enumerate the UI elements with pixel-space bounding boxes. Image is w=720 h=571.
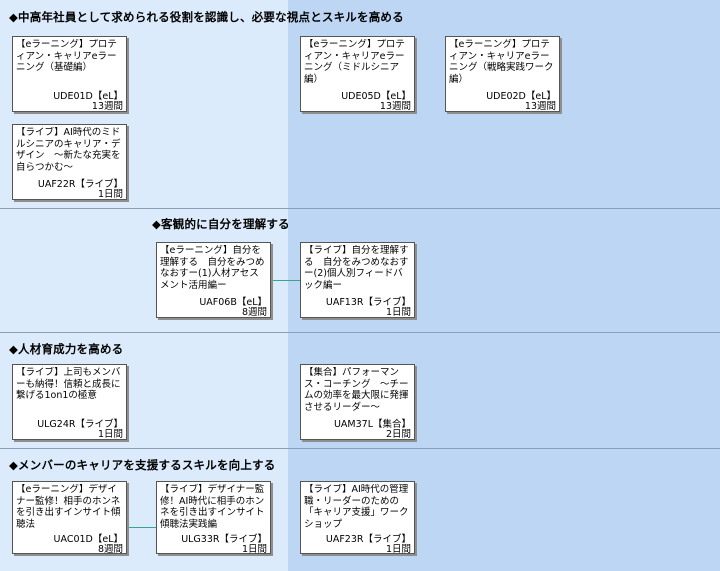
course-card[interactable]: 【eラーニング】自分を理解する 自分をみつめなおすー(1)人材アセスメント活用編… (156, 242, 271, 318)
course-duration: 13週間 (379, 101, 411, 112)
course-card[interactable]: 【eラーニング】プロティアン・キャリアeラーニング（ミドルシニア編） UDE05… (300, 36, 415, 112)
course-duration: 8週間 (241, 307, 267, 318)
course-title: 【ライブ】上司もメンバーも納得！信頼と成長に繋げる1on1の極意 (16, 367, 121, 401)
course-title: 【集合】パフォーマンス・コーチング ～チームの効率を最大限に発揮させるリーダー～ (304, 367, 409, 413)
course-card[interactable]: 【ライブ】AI時代の管理職・リーダーのための「キャリア支援」ワークショップ UA… (300, 481, 415, 555)
course-title: 【eラーニング】デザイナー監修！相手のホンネを引き出すインサイト傾聴法 (16, 484, 121, 530)
course-card[interactable]: 【ライブ】デザイナー監修！AI時代に相手のホンネを引き出すインサイト傾聴法実践編… (156, 481, 271, 555)
course-card[interactable]: 【集合】パフォーマンス・コーチング ～チームの効率を最大限に発揮させるリーダー～… (300, 364, 415, 440)
section-divider (0, 208, 720, 209)
course-duration: 1日間 (385, 307, 411, 318)
course-card[interactable]: 【eラーニング】プロティアン・キャリアeラーニング（基礎編） UDE01D【eL… (12, 36, 127, 112)
course-title: 【eラーニング】プロティアン・キャリアeラーニング（ミドルシニア編） (304, 39, 405, 85)
section-title: ◆人材育成力を高める (9, 342, 124, 356)
course-title: 【eラーニング】プロティアン・キャリアeラーニング（戦略実践ワーク編） (449, 39, 554, 85)
course-card[interactable]: 【ライブ】AI時代のミドルシニアのキャリア・デザイン ～新たな充実を自らつかむ～… (12, 124, 127, 200)
course-duration: 13週間 (91, 101, 123, 112)
course-title: 【eラーニング】自分を理解する 自分をみつめなおすー(1)人材アセスメント活用編… (160, 245, 265, 291)
course-duration: 8週間 (97, 544, 123, 555)
connector-line (127, 527, 157, 528)
course-card[interactable]: 【eラーニング】デザイナー監修！相手のホンネを引き出すインサイト傾聴法 UAC0… (12, 481, 127, 555)
course-map: ◆中高年社員として求められる役割を認識し、必要な視点とスキルを高める 【eラーニ… (0, 0, 720, 571)
section-title: ◆メンバーのキャリアを支援するスキルを向上する (9, 458, 276, 472)
course-card[interactable]: 【ライブ】自分を理解する 自分をみつめなおすー(2)個人別フィードバック編ー U… (300, 242, 415, 318)
section-title: ◆客観的に自分を理解する (152, 217, 290, 231)
course-card[interactable]: 【eラーニング】プロティアン・キャリアeラーニング（戦略実践ワーク編） UDE0… (445, 36, 560, 112)
course-duration: 1日間 (97, 429, 123, 440)
course-duration: 1日間 (241, 544, 267, 555)
course-card[interactable]: 【ライブ】上司もメンバーも納得！信頼と成長に繋げる1on1の極意 ULG24R【… (12, 364, 127, 440)
course-duration: 2日間 (385, 429, 411, 440)
section-title: ◆中高年社員として求められる役割を認識し、必要な視点とスキルを高める (9, 10, 404, 24)
course-title: 【ライブ】自分を理解する 自分をみつめなおすー(2)個人別フィードバック編ー (304, 245, 409, 291)
course-title: 【ライブ】AI時代のミドルシニアのキャリア・デザイン ～新たな充実を自らつかむ～ (16, 127, 121, 173)
section-divider (0, 332, 720, 333)
connector-line (271, 280, 301, 281)
section-divider (0, 448, 720, 449)
course-duration: 1日間 (97, 189, 123, 200)
course-duration: 1日間 (385, 544, 411, 555)
course-title: 【ライブ】AI時代の管理職・リーダーのための「キャリア支援」ワークショップ (304, 484, 409, 530)
course-title: 【ライブ】デザイナー監修！AI時代に相手のホンネを引き出すインサイト傾聴法実践編 (160, 484, 265, 530)
course-title: 【eラーニング】プロティアン・キャリアeラーニング（基礎編） (16, 39, 117, 73)
course-duration: 13週間 (524, 101, 556, 112)
